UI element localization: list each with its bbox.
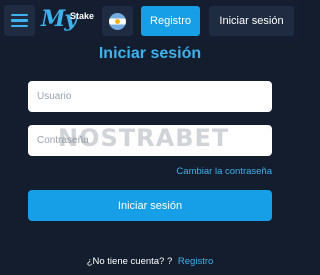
argentina-flag-icon — [109, 12, 126, 30]
menu-icon — [11, 13, 28, 17]
signup-link[interactable]: Registro — [178, 256, 213, 267]
top-bar: My Stake Registro Iniciar sesión — [0, 0, 300, 42]
signup-prompt: ¿No tiene cuenta? ? Registro — [0, 256, 300, 267]
hamburger-menu-button[interactable] — [4, 5, 35, 36]
username-input[interactable] — [28, 81, 272, 112]
password-input[interactable] — [28, 125, 272, 156]
change-password-link[interactable]: Cambiar la contraseña — [176, 166, 272, 177]
signup-prompt-text: ¿No tiene cuenta? ? — [86, 256, 173, 267]
mystake-logo[interactable]: My Stake — [41, 6, 96, 34]
page-title: Iniciar sesión — [98, 45, 202, 62]
register-button[interactable]: Registro — [141, 6, 200, 36]
header-login-button[interactable]: Iniciar sesión — [209, 6, 294, 36]
language-selector-button[interactable] — [102, 6, 133, 36]
login-submit-button[interactable]: Iniciar sesión — [28, 190, 272, 221]
